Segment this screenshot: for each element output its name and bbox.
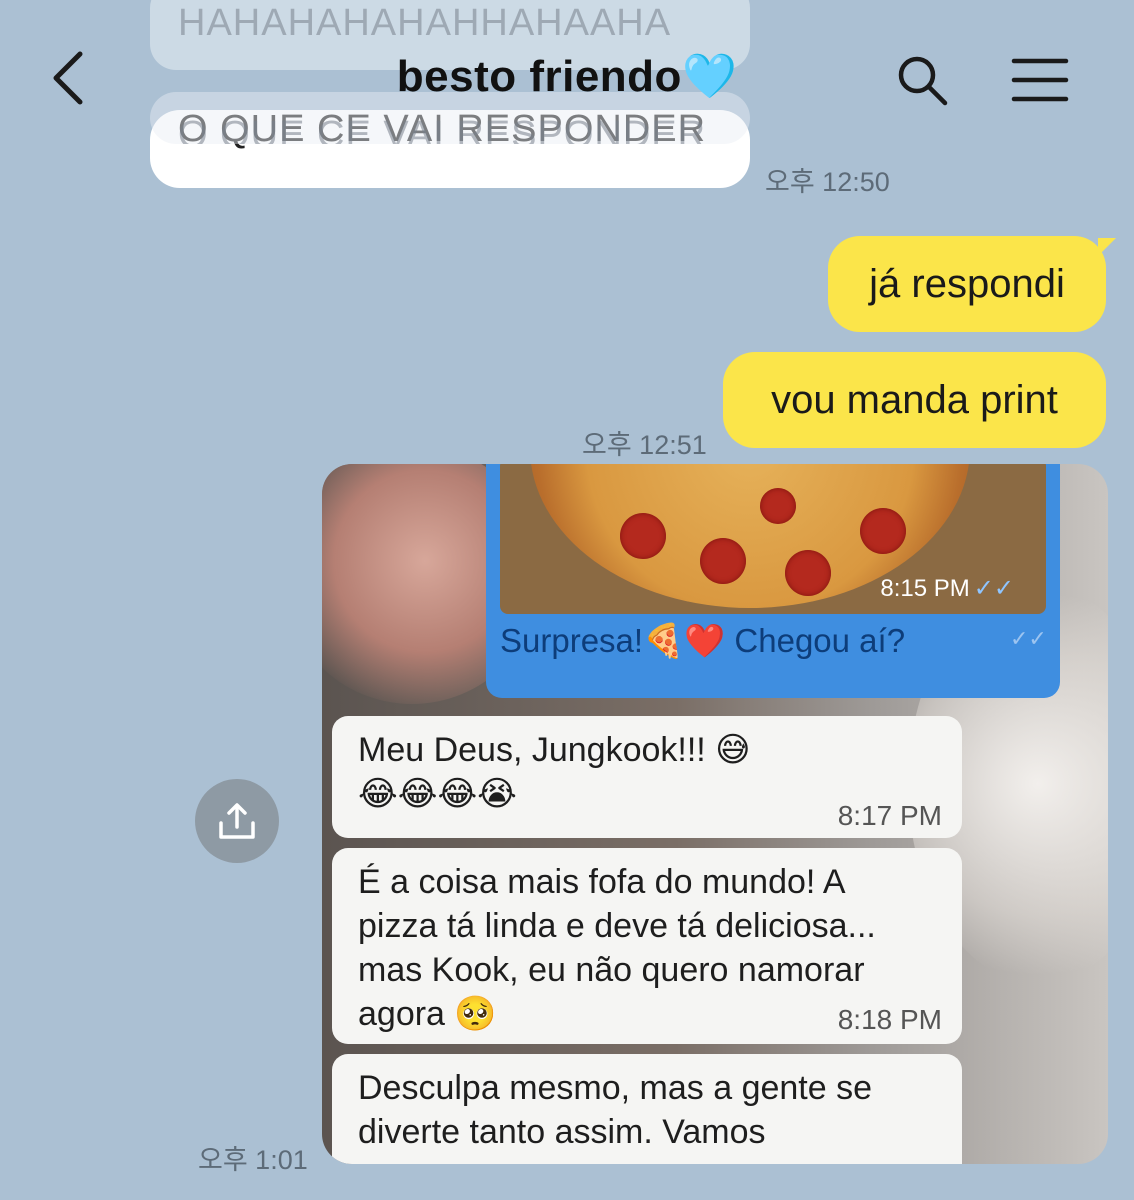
message-timestamp: 오후 12:50 xyxy=(765,167,890,197)
bubble-tail xyxy=(1098,238,1116,256)
read-ticks-icon: ✓✓ xyxy=(973,575,1014,602)
message-line: diverte tanto assim. Vamos xyxy=(358,1113,766,1151)
message-time: 8:18 PM xyxy=(837,1004,942,1035)
outgoing-message-bubble[interactable]: vou manda print xyxy=(723,352,1106,448)
photo-time-text: 8:15 PM xyxy=(880,575,970,602)
photo-caption: Surpresa!🍕❤️ Chegou aí? ✓✓ xyxy=(500,622,1047,661)
shared-screenshot-image[interactable]: 8:15 PM ✓✓ Surpresa!🍕❤️ Chegou aí? ✓✓ Meu… xyxy=(322,464,1108,1164)
chat-header: O QUE CE VAI RESPONDER besto friendo🩵 xyxy=(0,0,1134,150)
outgoing-message-text: vou manda print xyxy=(771,377,1058,422)
received-message-bubble: Meu Deus, Jungkook!!! 😅 😂😂😂😭 8:17 PM xyxy=(332,716,962,838)
message-line: Desculpa mesmo, mas a gente se xyxy=(358,1069,873,1107)
outgoing-message-bubble[interactable]: já respondi xyxy=(828,236,1106,332)
search-button[interactable] xyxy=(890,48,954,112)
message-line: É a coisa mais fofa do mundo! A xyxy=(358,863,846,901)
light-blue-heart-icon: 🩵 xyxy=(681,52,738,101)
message-timestamp: 오후 1:01 xyxy=(198,1145,308,1175)
share-upload-icon xyxy=(219,803,255,839)
pepperoni xyxy=(860,508,906,554)
message-line: pizza tá linda e deve tá deliciosa... xyxy=(358,907,876,945)
pepperoni xyxy=(760,488,796,524)
chat-title: besto friendo🩵 xyxy=(0,50,1134,102)
read-ticks-icon: ✓✓ xyxy=(1010,626,1047,651)
pepperoni xyxy=(620,513,666,559)
pepperoni xyxy=(785,550,831,596)
hamburger-menu-icon xyxy=(1011,58,1069,102)
message-time: 8:17 PM xyxy=(837,800,942,831)
menu-button[interactable] xyxy=(1008,48,1072,112)
search-icon xyxy=(898,56,948,106)
share-button[interactable] xyxy=(195,779,279,863)
pepperoni xyxy=(700,538,746,584)
chat-title-text: besto friendo xyxy=(396,52,682,101)
pizza-photo: 8:15 PM ✓✓ xyxy=(500,464,1046,614)
received-message-bubble: É a coisa mais fofa do mundo! A pizza tá… xyxy=(332,848,962,1044)
message-line: mas Kook, eu não quero namorar xyxy=(358,951,865,989)
message-line: Meu Deus, Jungkook!!! 😅 xyxy=(358,731,751,769)
outgoing-message-text: já respondi xyxy=(869,261,1065,306)
message-timestamp: 오후 12:51 xyxy=(582,430,707,460)
faded-message-text: O QUE CE VAI RESPONDER xyxy=(178,114,707,144)
photo-caption-text: Surpresa!🍕❤️ Chegou aí? xyxy=(500,622,906,659)
photo-timestamp: 8:15 PM ✓✓ xyxy=(880,574,1014,603)
received-message-bubble: Desculpa mesmo, mas a gente se diverte t… xyxy=(332,1054,962,1164)
sent-photo-message: 8:15 PM ✓✓ Surpresa!🍕❤️ Chegou aí? ✓✓ xyxy=(486,464,1060,698)
